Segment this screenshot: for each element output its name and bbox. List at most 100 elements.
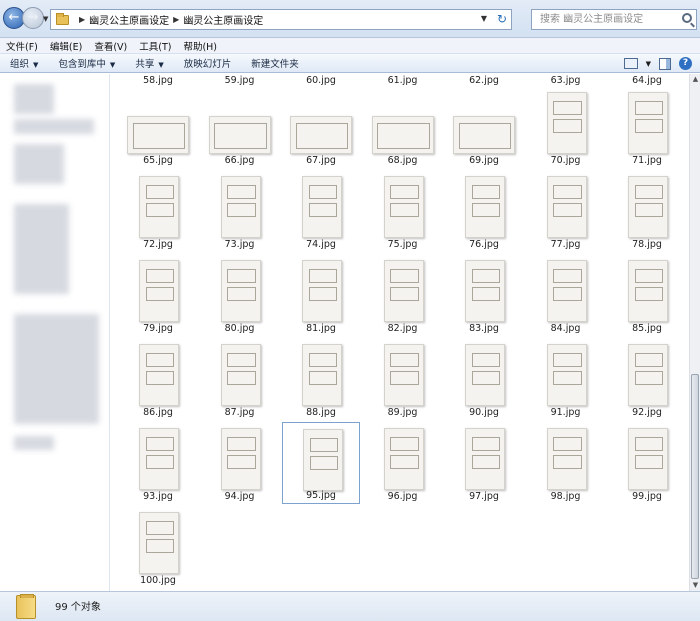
- file-item[interactable]: 71.jpg: [608, 86, 686, 168]
- image-thumbnail[interactable]: [628, 92, 668, 154]
- file-item[interactable]: 91.jpg: [527, 338, 605, 420]
- image-thumbnail[interactable]: [383, 260, 424, 322]
- file-item[interactable]: 98.jpg: [527, 422, 605, 504]
- refresh-icon[interactable]: ↻: [497, 12, 507, 26]
- nav-item-blurred[interactable]: [14, 204, 69, 294]
- path-field[interactable]: ▶ 幽灵公主原画设定 ▶ 幽灵公主原画设定 ▼ ↻: [50, 9, 512, 30]
- image-thumbnail[interactable]: [139, 260, 179, 322]
- file-label[interactable]: 71.jpg: [608, 155, 686, 166]
- file-label[interactable]: 81.jpg: [282, 323, 360, 334]
- view-options-icon[interactable]: [623, 58, 638, 69]
- share-button[interactable]: 共享 ▼: [125, 56, 173, 70]
- file-item[interactable]: 89.jpg: [364, 338, 442, 420]
- file-label[interactable]: 63.jpg: [527, 75, 605, 86]
- file-item[interactable]: 83.jpg: [445, 254, 523, 336]
- file-item[interactable]: 76.jpg: [445, 170, 523, 252]
- file-label[interactable]: 100.jpg: [119, 575, 197, 586]
- file-item[interactable]: 80.jpg: [201, 254, 279, 336]
- file-label[interactable]: 89.jpg: [364, 407, 442, 418]
- chevron-right-icon[interactable]: ▶: [79, 15, 85, 24]
- file-item[interactable]: 82.jpg: [364, 254, 442, 336]
- image-thumbnail[interactable]: [290, 116, 352, 154]
- image-thumbnail[interactable]: [220, 344, 261, 406]
- file-label[interactable]: 61.jpg: [364, 75, 442, 86]
- image-thumbnail[interactable]: [302, 344, 342, 406]
- image-thumbnail[interactable]: [546, 428, 587, 490]
- menu-help[interactable]: 帮助(H): [177, 39, 223, 53]
- file-label[interactable]: 99.jpg: [608, 491, 686, 502]
- image-thumbnail[interactable]: [220, 176, 261, 238]
- help-icon[interactable]: ?: [679, 57, 692, 70]
- file-label[interactable]: 70.jpg: [527, 155, 605, 166]
- file-label[interactable]: 98.jpg: [527, 491, 605, 502]
- image-thumbnail[interactable]: [303, 429, 343, 491]
- file-label[interactable]: 92.jpg: [608, 407, 686, 418]
- file-label[interactable]: 67.jpg: [282, 155, 360, 166]
- file-label[interactable]: 58.jpg: [119, 75, 197, 86]
- file-item[interactable]: 72.jpg: [119, 170, 197, 252]
- nav-item-blurred[interactable]: [14, 436, 54, 450]
- search-input[interactable]: 搜索 幽灵公主原画设定: [531, 9, 697, 30]
- file-item[interactable]: 75.jpg: [364, 170, 442, 252]
- scroll-up-arrow-icon[interactable]: ▲: [690, 74, 700, 85]
- file-item[interactable]: 88.jpg: [282, 338, 360, 420]
- file-item[interactable]: 78.jpg: [608, 170, 686, 252]
- file-label[interactable]: 75.jpg: [364, 239, 442, 250]
- file-item[interactable]: 97.jpg: [445, 422, 523, 504]
- chevron-down-icon[interactable]: ▼: [646, 60, 651, 68]
- file-item[interactable]: 68.jpg: [364, 86, 442, 168]
- image-thumbnail[interactable]: [139, 428, 179, 490]
- menu-file[interactable]: 文件(F): [0, 39, 44, 53]
- nav-item-blurred[interactable]: [14, 314, 99, 424]
- file-label[interactable]: 77.jpg: [527, 239, 605, 250]
- file-label[interactable]: 96.jpg: [364, 491, 442, 502]
- file-item[interactable]: 87.jpg: [201, 338, 279, 420]
- file-item[interactable]: 84.jpg: [527, 254, 605, 336]
- recent-pages-dropdown[interactable]: ▼: [43, 15, 48, 23]
- image-thumbnail[interactable]: [220, 428, 261, 490]
- file-item[interactable]: 65.jpg: [119, 86, 197, 168]
- file-label[interactable]: 60.jpg: [282, 75, 360, 86]
- image-thumbnail[interactable]: [465, 176, 505, 238]
- file-label[interactable]: 86.jpg: [119, 407, 197, 418]
- file-item[interactable]: 81.jpg: [282, 254, 360, 336]
- image-thumbnail[interactable]: [139, 176, 179, 238]
- chevron-right-icon[interactable]: ▶: [173, 15, 179, 24]
- new-folder-button[interactable]: 新建文件夹: [241, 56, 309, 70]
- include-in-library-button[interactable]: 包含到库中 ▼: [48, 56, 125, 70]
- file-item[interactable]: 85.jpg: [608, 254, 686, 336]
- nav-item-blurred[interactable]: [14, 119, 94, 134]
- image-thumbnail[interactable]: [208, 116, 271, 154]
- image-thumbnail[interactable]: [220, 260, 261, 322]
- file-label[interactable]: 93.jpg: [119, 491, 197, 502]
- image-thumbnail[interactable]: [628, 260, 668, 322]
- nav-item-blurred[interactable]: [14, 84, 54, 114]
- image-thumbnail[interactable]: [302, 176, 342, 238]
- file-item[interactable]: 70.jpg: [527, 86, 605, 168]
- image-thumbnail[interactable]: [383, 428, 424, 490]
- file-item[interactable]: 92.jpg: [608, 338, 686, 420]
- file-label[interactable]: 79.jpg: [119, 323, 197, 334]
- image-thumbnail[interactable]: [465, 428, 505, 490]
- file-label[interactable]: 74.jpg: [282, 239, 360, 250]
- image-thumbnail[interactable]: [546, 344, 587, 406]
- image-thumbnail[interactable]: [546, 92, 587, 154]
- file-label[interactable]: 94.jpg: [201, 491, 279, 502]
- organize-button[interactable]: 组织 ▼: [0, 56, 48, 70]
- file-item[interactable]: 99.jpg: [608, 422, 686, 504]
- file-label[interactable]: 91.jpg: [527, 407, 605, 418]
- image-thumbnail[interactable]: [628, 344, 668, 406]
- file-label[interactable]: 83.jpg: [445, 323, 523, 334]
- preview-pane-icon[interactable]: [659, 57, 671, 70]
- file-item[interactable]: 100.jpg: [119, 506, 197, 588]
- file-item[interactable]: 66.jpg: [201, 86, 279, 168]
- file-label[interactable]: 97.jpg: [445, 491, 523, 502]
- slideshow-button[interactable]: 放映幻灯片: [174, 56, 242, 70]
- file-item[interactable]: 86.jpg: [119, 338, 197, 420]
- navigation-pane[interactable]: [0, 74, 110, 591]
- image-thumbnail[interactable]: [383, 176, 424, 238]
- breadcrumb-parent[interactable]: 幽灵公主原画设定: [89, 12, 169, 27]
- file-item[interactable]: 74.jpg: [282, 170, 360, 252]
- scroll-down-arrow-icon[interactable]: ▼: [690, 580, 700, 591]
- vertical-scrollbar[interactable]: ▲ ▼: [689, 74, 700, 591]
